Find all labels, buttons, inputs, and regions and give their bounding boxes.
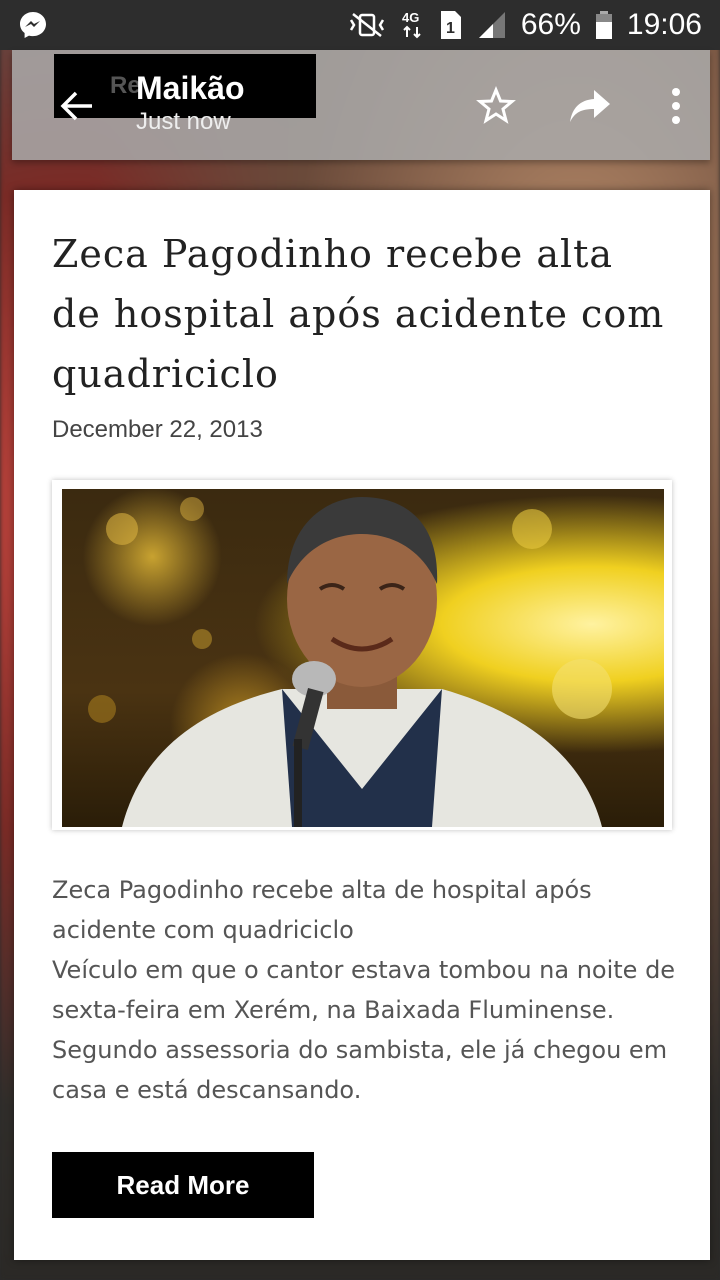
battery-icon [595, 10, 613, 40]
article-excerpt: Zeca Pagodinho recebe alta de hospital a… [52, 870, 682, 1110]
battery-percent: 66% [520, 8, 581, 41]
sent-time: Just now [136, 108, 231, 135]
back-arrow-icon[interactable] [56, 84, 100, 128]
clock: 19:06 [626, 8, 702, 41]
network-4g-icon: 4G [401, 9, 425, 41]
header-titles: Maikão Just now [136, 68, 244, 136]
svg-text:1: 1 [446, 20, 455, 37]
viewer-header: Re Maikão Just now [12, 50, 710, 160]
status-bar: 4G 1 66% 19:06 [0, 0, 720, 50]
article-photo[interactable] [62, 489, 664, 827]
excerpt-headline: Zeca Pagodinho recebe alta de hospital a… [52, 876, 592, 944]
read-more-button[interactable]: Read More [52, 1152, 314, 1218]
excerpt-body: Veículo em que o cantor estava tombou na… [52, 956, 676, 1104]
article-title[interactable]: Zeca Pagodinho recebe alta de hospital a… [52, 224, 672, 404]
sim-1-icon: 1 [439, 9, 463, 41]
signal-icon [477, 10, 507, 40]
singer-illustration [88, 497, 612, 827]
article-date: December 22, 2013 [52, 416, 263, 443]
more-vert-icon[interactable] [654, 84, 698, 128]
article-card: Zeca Pagodinho recebe alta de hospital a… [14, 190, 710, 1260]
sender-name: Maikão [136, 70, 245, 106]
svg-text:4G: 4G [402, 10, 419, 25]
messenger-icon [18, 10, 48, 40]
share-icon[interactable] [568, 84, 612, 128]
star-icon[interactable] [474, 84, 518, 128]
vibrate-mute-icon [347, 10, 387, 40]
article-photo-frame [52, 480, 672, 830]
